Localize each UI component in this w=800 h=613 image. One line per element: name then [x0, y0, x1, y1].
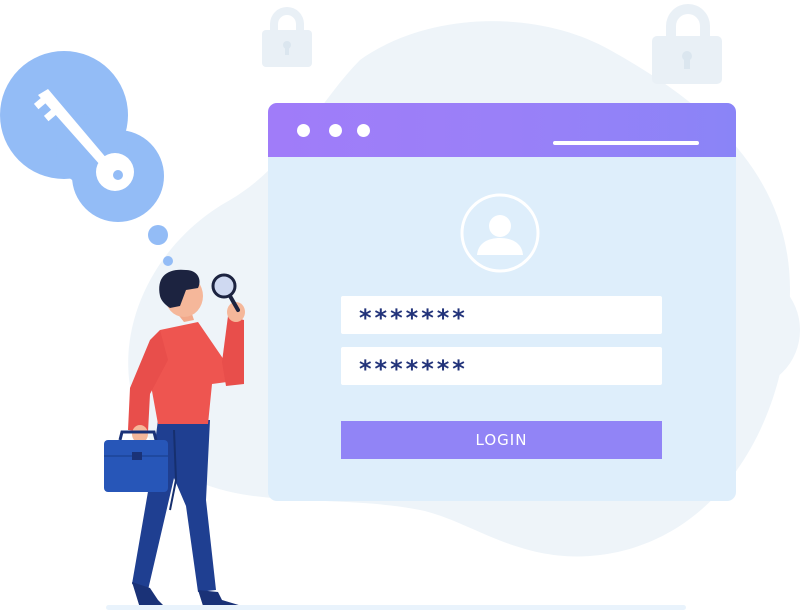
user-avatar-icon — [460, 193, 540, 273]
window-dot — [329, 124, 342, 137]
address-bar — [553, 141, 699, 145]
password-field[interactable]: ******* — [341, 296, 662, 334]
login-illustration: ******* ******* LOGIN — [0, 0, 800, 613]
window-titlebar — [268, 103, 736, 157]
login-window: ******* ******* LOGIN — [268, 103, 736, 501]
floor-line — [106, 605, 686, 610]
window-dot — [357, 124, 370, 137]
padlock-icon — [262, 7, 312, 67]
password-field[interactable]: ******* — [341, 347, 662, 385]
window-dot — [297, 124, 310, 137]
thought-bubble — [0, 51, 173, 266]
login-button[interactable]: LOGIN — [341, 421, 662, 459]
padlock-icon — [652, 4, 722, 84]
briefcase-icon — [104, 430, 168, 492]
